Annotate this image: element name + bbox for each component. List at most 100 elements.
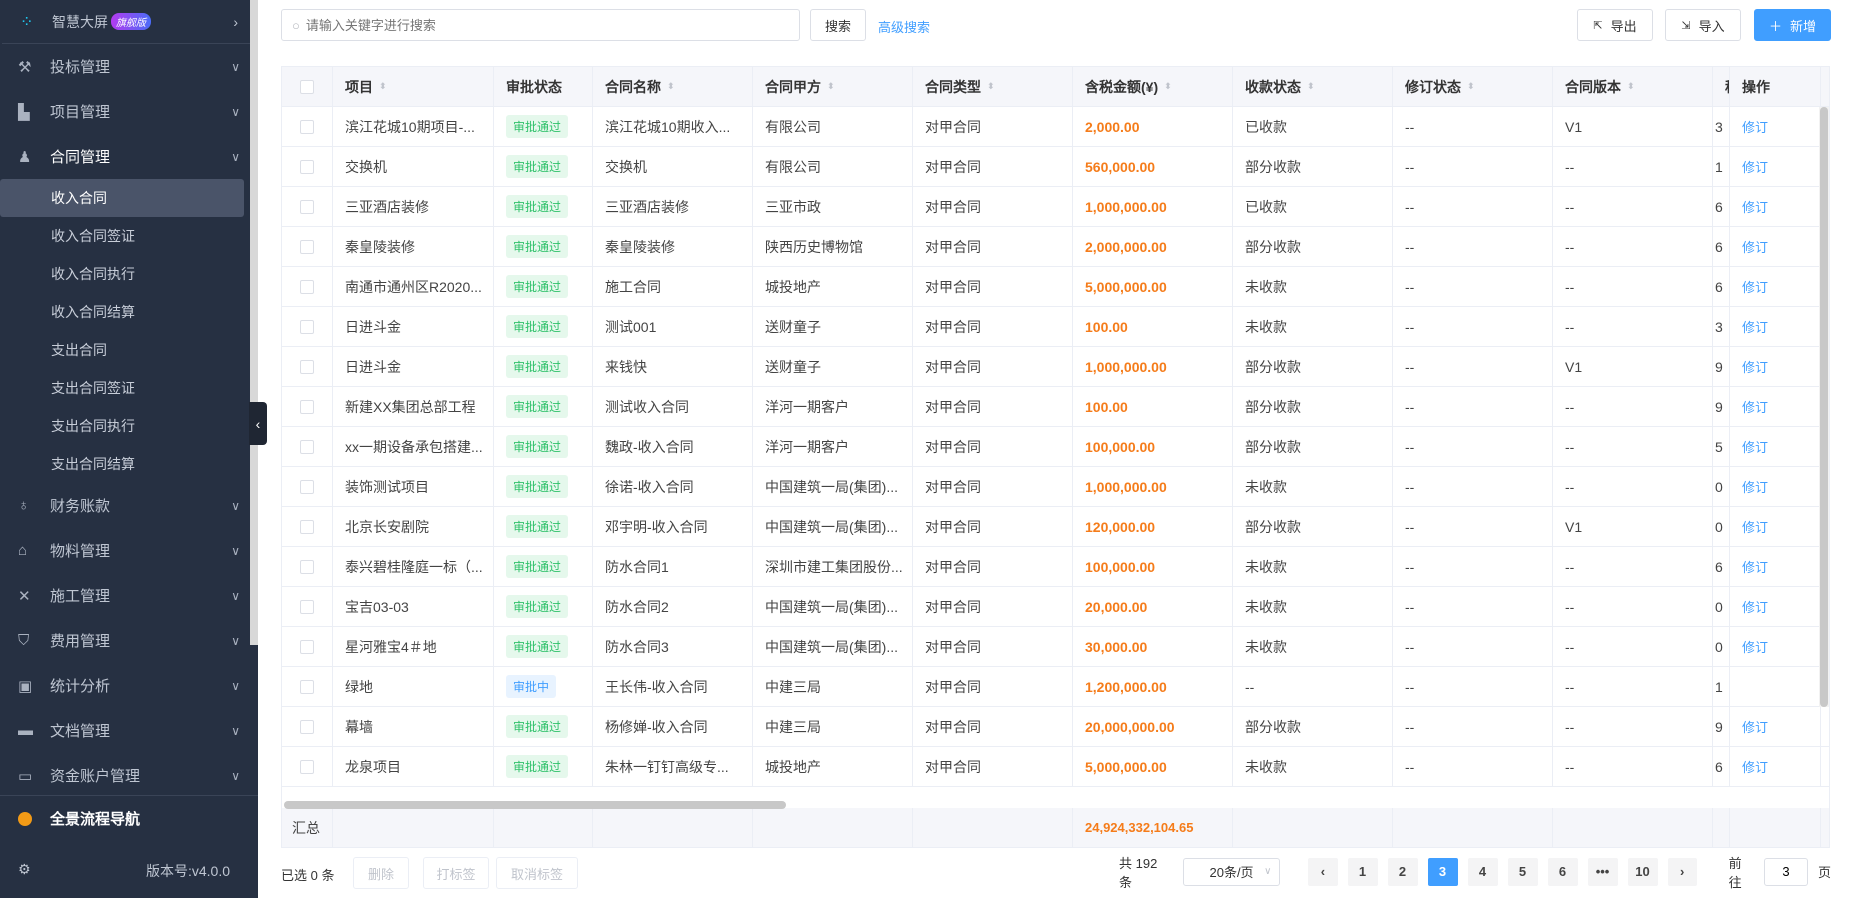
next-page-button[interactable]: › xyxy=(1667,857,1697,886)
column-header[interactable]: 收款状态 ⬍ xyxy=(1233,67,1393,106)
tag-button[interactable]: 打标签 xyxy=(423,857,489,889)
big-screen-link[interactable]: ⁘ 智慧大屏 旗舰版 › xyxy=(2,0,256,44)
column-header[interactable]: 含税金额(¥) ⬍ xyxy=(1073,67,1233,106)
column-header[interactable]: 合同版本 ⬍ xyxy=(1553,67,1713,106)
prev-page-button[interactable]: ‹ xyxy=(1308,857,1338,886)
row-checkbox[interactable] xyxy=(300,439,314,454)
row-checkbox[interactable] xyxy=(300,159,314,174)
revise-link[interactable]: 修订 xyxy=(1742,197,1768,216)
sidebar-item[interactable]: ♁ 财务账款 ∨ xyxy=(0,483,258,528)
revise-link[interactable]: 修订 xyxy=(1742,237,1768,256)
column-header[interactable]: 合同类型 ⬍ xyxy=(913,67,1073,106)
sidebar-subitem[interactable]: 收入合同签证 xyxy=(0,217,258,255)
sidebar-subitem[interactable]: 支出合同签证 xyxy=(0,369,258,407)
sidebar-item[interactable]: ▬ 文档管理 ∨ xyxy=(0,708,258,753)
search-box[interactable]: ○ xyxy=(281,9,800,41)
row-checkbox[interactable] xyxy=(300,639,314,654)
revise-link[interactable]: 修订 xyxy=(1742,357,1768,376)
row-checkbox[interactable] xyxy=(300,399,314,414)
import-button[interactable]: ⇲ 导入 xyxy=(1665,9,1741,41)
revise-link[interactable]: 修订 xyxy=(1742,157,1768,176)
column-header[interactable]: 审批状态 xyxy=(494,67,593,106)
vertical-scrollbar[interactable] xyxy=(1819,107,1829,707)
row-checkbox[interactable] xyxy=(300,359,314,374)
row-checkbox[interactable] xyxy=(300,479,314,494)
row-checkbox[interactable] xyxy=(300,679,314,694)
sort-icon[interactable]: ⬍ xyxy=(667,81,675,92)
page-size-select[interactable]: 20条/页 ∨ xyxy=(1182,857,1281,886)
sort-icon[interactable]: ⬍ xyxy=(987,81,995,92)
sidebar-scrollbar[interactable] xyxy=(250,0,258,645)
page-button[interactable]: 5 xyxy=(1507,857,1538,886)
delete-button[interactable]: 删除 xyxy=(353,857,409,889)
revise-link[interactable]: 修订 xyxy=(1742,117,1768,136)
sort-icon[interactable]: ⬍ xyxy=(1164,81,1172,92)
column-header[interactable]: 合同名称 ⬍ xyxy=(593,67,753,106)
revise-link[interactable]: 修订 xyxy=(1742,597,1768,616)
revise-link[interactable]: 修订 xyxy=(1742,437,1768,456)
column-header[interactable]: 项目 ⬍ xyxy=(333,67,494,106)
row-checkbox[interactable] xyxy=(300,119,314,134)
row-checkbox[interactable] xyxy=(300,759,314,774)
sidebar-item[interactable]: ▙ 项目管理 ∨ xyxy=(0,89,258,134)
page-button[interactable]: 6 xyxy=(1547,857,1578,886)
column-header[interactable]: 操作 xyxy=(1730,67,1821,106)
revise-link[interactable]: 修订 xyxy=(1742,517,1768,536)
sort-icon[interactable]: ⬍ xyxy=(1307,81,1315,92)
revise-link[interactable]: 修订 xyxy=(1742,317,1768,336)
row-checkbox[interactable] xyxy=(300,559,314,574)
sort-icon[interactable]: ⬍ xyxy=(1627,81,1635,92)
sidebar-item[interactable]: ⚒ 投标管理 ∨ xyxy=(0,44,258,89)
sidebar-subitem[interactable]: 收入合同 xyxy=(0,179,244,217)
row-checkbox[interactable] xyxy=(300,319,314,334)
row-checkbox[interactable] xyxy=(300,519,314,534)
column-header[interactable]: 修订状态 ⬍ xyxy=(1393,67,1553,106)
row-checkbox[interactable] xyxy=(300,239,314,254)
add-button[interactable]: ＋ 新增 xyxy=(1754,9,1831,41)
page-button[interactable]: 1 xyxy=(1347,857,1378,886)
goto-page-input[interactable] xyxy=(1763,857,1808,886)
revise-link[interactable]: 修订 xyxy=(1742,477,1768,496)
revise-link[interactable]: 修订 xyxy=(1742,557,1768,576)
search-button[interactable]: 搜索 xyxy=(810,9,866,41)
column-header[interactable]: 税 xyxy=(1713,67,1730,106)
page-button[interactable]: 4 xyxy=(1467,857,1498,886)
column-header[interactable]: 合同甲方 ⬍ xyxy=(753,67,913,106)
revise-link[interactable]: 修订 xyxy=(1742,637,1768,656)
sort-icon[interactable]: ⬍ xyxy=(1467,81,1475,92)
sidebar-item[interactable]: ♟ 合同管理 ∨ xyxy=(0,134,258,179)
revise-link[interactable]: 修订 xyxy=(1742,277,1768,296)
collapse-sidebar-button[interactable]: ‹ xyxy=(249,402,267,445)
sort-icon[interactable]: ⬍ xyxy=(379,81,387,92)
select-all-checkbox[interactable] xyxy=(300,79,314,94)
sidebar-item[interactable]: ✕ 施工管理 ∨ xyxy=(0,573,258,618)
sidebar-subitem[interactable]: 收入合同结算 xyxy=(0,293,258,331)
sidebar-subitem[interactable]: 支出合同结算 xyxy=(0,445,258,483)
revise-link[interactable]: 修订 xyxy=(1742,757,1768,776)
flow-navigation[interactable]: 全景流程导航 xyxy=(0,796,258,841)
sidebar-item[interactable]: ⌂ 物料管理 ∨ xyxy=(0,528,258,573)
search-input[interactable] xyxy=(305,17,786,33)
sidebar-subitem[interactable]: 支出合同 xyxy=(0,331,258,369)
row-checkbox[interactable] xyxy=(300,719,314,734)
sidebar-item[interactable]: ⛉ 费用管理 ∨ xyxy=(0,618,258,663)
row-checkbox[interactable] xyxy=(300,599,314,614)
sort-icon[interactable]: ⬍ xyxy=(827,81,835,92)
page-button[interactable]: 10 xyxy=(1627,857,1658,886)
page-button[interactable]: 3 xyxy=(1427,857,1458,886)
untag-button[interactable]: 取消标签 xyxy=(496,857,578,889)
row-checkbox[interactable] xyxy=(300,199,314,214)
export-button[interactable]: ⇱ 导出 xyxy=(1577,9,1653,41)
row-checkbox[interactable] xyxy=(300,279,314,294)
page-button[interactable]: ••• xyxy=(1587,857,1618,886)
sidebar-subitem[interactable]: 支出合同执行 xyxy=(0,407,258,445)
sidebar-item[interactable]: ▭ 资金账户管理 ∨ xyxy=(0,753,258,798)
settings-icon[interactable]: ⚙ xyxy=(18,861,31,881)
sidebar-subitem[interactable]: 收入合同执行 xyxy=(0,255,258,293)
revise-link[interactable]: 修订 xyxy=(1742,717,1768,736)
horizontal-scrollbar[interactable] xyxy=(284,801,786,809)
page-button[interactable]: 2 xyxy=(1387,857,1418,886)
revise-link[interactable]: 修订 xyxy=(1742,397,1768,416)
sidebar-item[interactable]: ▣ 统计分析 ∨ xyxy=(0,663,258,708)
advanced-search-link[interactable]: 高级搜索 xyxy=(878,17,930,36)
